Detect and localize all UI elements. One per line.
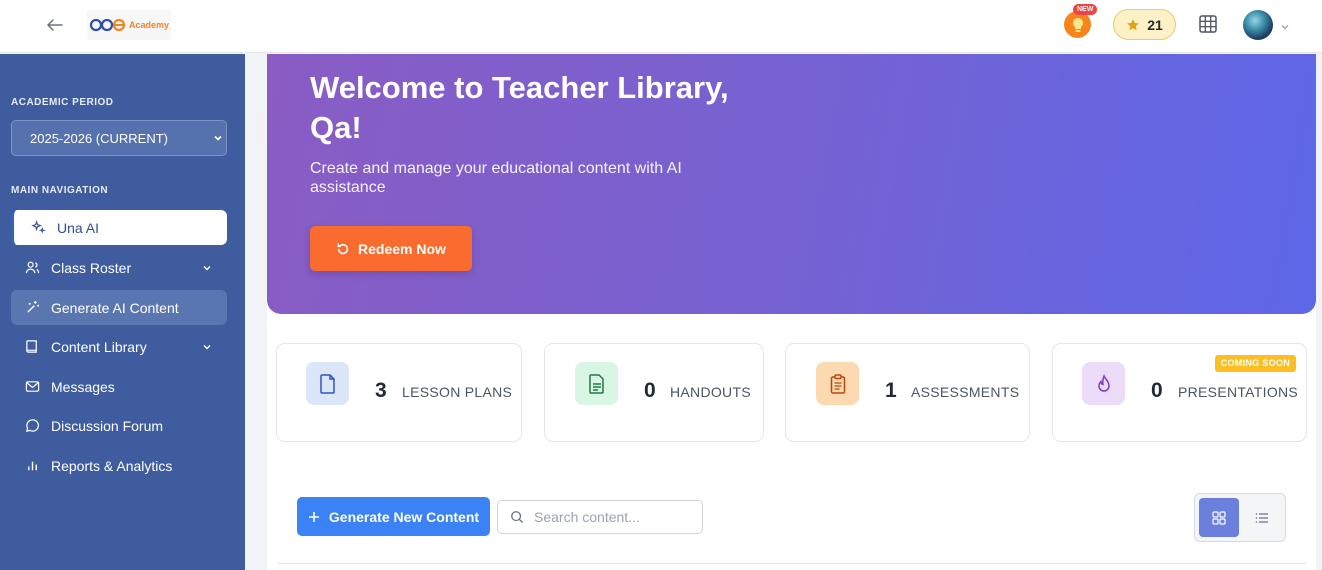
stat-count: 3: [375, 379, 387, 402]
sparkles-icon: [30, 220, 46, 236]
welcome-banner: Welcome to Teacher Library, Qa! Create a…: [267, 54, 1316, 314]
stat-count: 1: [885, 379, 897, 402]
lightbulb-icon: [1072, 17, 1083, 32]
document-icon: [306, 362, 349, 405]
grid-view-button[interactable]: [1199, 498, 1239, 537]
flame-icon: [1082, 362, 1125, 405]
stat-count: 0: [1151, 379, 1163, 402]
main-content: Welcome to Teacher Library, Qa! Create a…: [267, 54, 1316, 570]
sidebar-item-label: Generate AI Content: [51, 299, 179, 316]
academic-period-select[interactable]: 2025-2026 (CURRENT): [11, 120, 227, 156]
content-divider: [277, 563, 1307, 564]
grid-view-icon: [1212, 510, 1226, 525]
mail-icon: [24, 379, 40, 395]
stat-label: HANDOUTS: [670, 384, 751, 400]
lightbulb-button[interactable]: [1064, 11, 1091, 38]
search-icon: [511, 511, 524, 524]
user-avatar[interactable]: [1243, 10, 1273, 40]
stat-label: ASSESSMENTS: [911, 384, 1020, 400]
list-view-icon: [1255, 512, 1268, 523]
redeem-now-button[interactable]: Redeem Now: [310, 226, 472, 271]
stat-card-lesson-plans[interactable]: 3 LESSON PLANS: [276, 343, 522, 442]
stat-card-presentations[interactable]: COMING SOON 0 PRESENTATIONS: [1052, 343, 1307, 442]
new-badge: NEW: [1073, 4, 1098, 15]
apps-grid-icon[interactable]: [1198, 14, 1218, 34]
refresh-icon: [337, 243, 349, 254]
sidebar-item-label: Content Library: [51, 338, 147, 355]
document-text-icon: [575, 362, 618, 405]
sidebar-item-una-ai[interactable]: Una AI: [11, 210, 227, 245]
academic-period-label: ACADEMIC PERIOD: [11, 97, 114, 108]
star-icon: [1127, 18, 1140, 30]
sidebar-item-discussion-forum[interactable]: Discussion Forum: [11, 408, 227, 443]
sidebar-item-label: Una AI: [57, 219, 100, 236]
sidebar-item-messages[interactable]: Messages: [11, 369, 227, 404]
list-view-button[interactable]: [1242, 498, 1282, 537]
generate-new-content-button[interactable]: Generate New Content: [297, 497, 490, 536]
stat-card-handouts[interactable]: 0 HANDOUTS: [544, 343, 764, 442]
view-mode-toggle: [1194, 493, 1286, 542]
book-icon: [24, 339, 40, 355]
stat-card-assessments[interactable]: 1 ASSESSMENTS: [785, 343, 1030, 442]
clipboard-icon: [816, 362, 859, 405]
chevron-down-icon: [203, 266, 211, 271]
redeem-label: Redeem Now: [358, 240, 446, 257]
points-count: 21: [1147, 16, 1163, 33]
chevron-down-icon[interactable]: [1280, 19, 1290, 30]
sidebar-item-label: Discussion Forum: [51, 417, 164, 434]
magic-wand-icon: [24, 300, 40, 316]
search-input[interactable]: [534, 509, 694, 525]
generate-label: Generate New Content: [328, 508, 480, 525]
sidebar-item-label: Messages: [51, 378, 115, 395]
top-bar: Academy NEW 21: [0, 0, 1322, 53]
main-navigation-label: MAIN NAVIGATION: [11, 185, 109, 196]
logo-text: Academy: [129, 20, 170, 30]
academic-period-value: 2025-2026 (CURRENT): [30, 130, 168, 146]
sidebar-item-class-roster[interactable]: Class Roster: [11, 250, 227, 285]
chevron-down-icon: [203, 345, 211, 350]
stat-label: PRESENTATIONS: [1178, 384, 1299, 400]
search-box[interactable]: [497, 500, 703, 534]
page-subtitle: Create and manage your educational conte…: [310, 160, 682, 196]
bar-chart-icon: [24, 458, 40, 474]
back-arrow-icon[interactable]: [44, 14, 66, 36]
plus-icon: [308, 511, 319, 522]
sidebar-item-content-library[interactable]: Content Library: [11, 329, 227, 364]
page-title: Welcome to Teacher Library, Qa!: [310, 70, 729, 145]
sidebar: ACADEMIC PERIOD 2025-2026 (CURRENT) MAIN…: [0, 54, 245, 570]
stat-count: 0: [644, 379, 656, 402]
chat-bubble-icon: [24, 418, 40, 434]
chevron-down-icon: [214, 135, 222, 141]
sidebar-item-label: Reports & Analytics: [51, 457, 173, 474]
sidebar-item-generate-ai-content[interactable]: Generate AI Content: [11, 290, 227, 325]
logo-mark-icon: [89, 18, 127, 32]
sidebar-item-reports-analytics[interactable]: Reports & Analytics: [11, 448, 227, 483]
points-button[interactable]: 21: [1113, 9, 1176, 40]
coming-soon-badge: COMING SOON: [1214, 355, 1296, 372]
sidebar-item-label: Class Roster: [51, 259, 132, 276]
users-icon: [24, 260, 40, 276]
stat-label: LESSON PLANS: [402, 384, 513, 400]
app-logo[interactable]: Academy: [87, 10, 171, 40]
